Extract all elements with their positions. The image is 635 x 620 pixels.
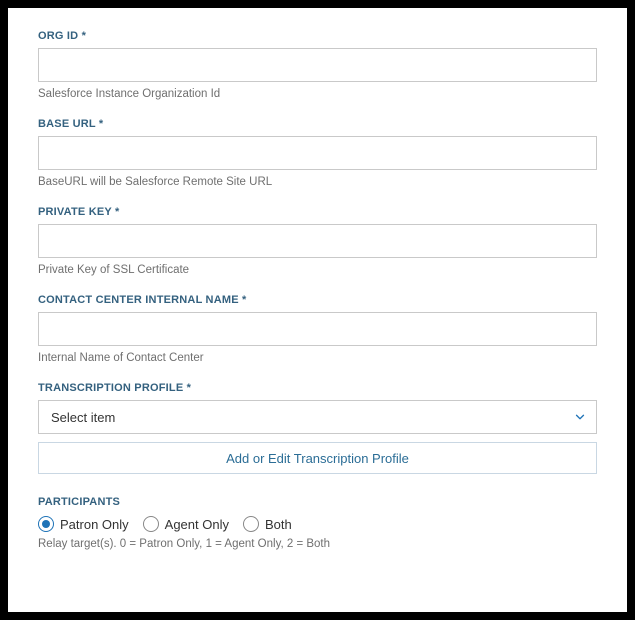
radio-label: Both	[265, 517, 292, 532]
radio-option-patron-only[interactable]: Patron Only	[38, 516, 129, 532]
select-transcription-profile[interactable]: Select item	[38, 400, 597, 434]
input-contact-center[interactable]	[38, 312, 597, 346]
radio-icon	[38, 516, 54, 532]
select-value: Select item	[51, 410, 115, 425]
add-edit-transcription-profile-button[interactable]: Add or Edit Transcription Profile	[38, 442, 597, 474]
label-org-id: ORG ID *	[38, 30, 597, 42]
help-participants: Relay target(s). 0 = Patron Only, 1 = Ag…	[38, 538, 597, 550]
label-private-key: PRIVATE KEY *	[38, 206, 597, 218]
label-contact-center: CONTACT CENTER INTERNAL NAME *	[38, 294, 597, 306]
participants-radio-group: Patron Only Agent Only Both	[38, 516, 597, 532]
help-private-key: Private Key of SSL Certificate	[38, 264, 597, 276]
field-contact-center: CONTACT CENTER INTERNAL NAME * Internal …	[38, 294, 597, 364]
field-org-id: ORG ID * Salesforce Instance Organizatio…	[38, 30, 597, 100]
field-base-url: BASE URL * BaseURL will be Salesforce Re…	[38, 118, 597, 188]
radio-icon	[143, 516, 159, 532]
input-org-id[interactable]	[38, 48, 597, 82]
label-base-url: BASE URL *	[38, 118, 597, 130]
radio-option-agent-only[interactable]: Agent Only	[143, 516, 229, 532]
radio-label: Agent Only	[165, 517, 229, 532]
field-private-key: PRIVATE KEY * Private Key of SSL Certifi…	[38, 206, 597, 276]
radio-option-both[interactable]: Both	[243, 516, 292, 532]
radio-icon	[243, 516, 259, 532]
input-base-url[interactable]	[38, 136, 597, 170]
input-private-key[interactable]	[38, 224, 597, 258]
help-contact-center: Internal Name of Contact Center	[38, 352, 597, 364]
help-base-url: BaseURL will be Salesforce Remote Site U…	[38, 176, 597, 188]
radio-label: Patron Only	[60, 517, 129, 532]
label-transcription-profile: TRANSCRIPTION PROFILE *	[38, 382, 597, 394]
label-participants: PARTICIPANTS	[38, 496, 597, 508]
form-panel: ORG ID * Salesforce Instance Organizatio…	[8, 8, 627, 612]
field-transcription-profile: TRANSCRIPTION PROFILE * Select item Add …	[38, 382, 597, 474]
help-org-id: Salesforce Instance Organization Id	[38, 88, 597, 100]
